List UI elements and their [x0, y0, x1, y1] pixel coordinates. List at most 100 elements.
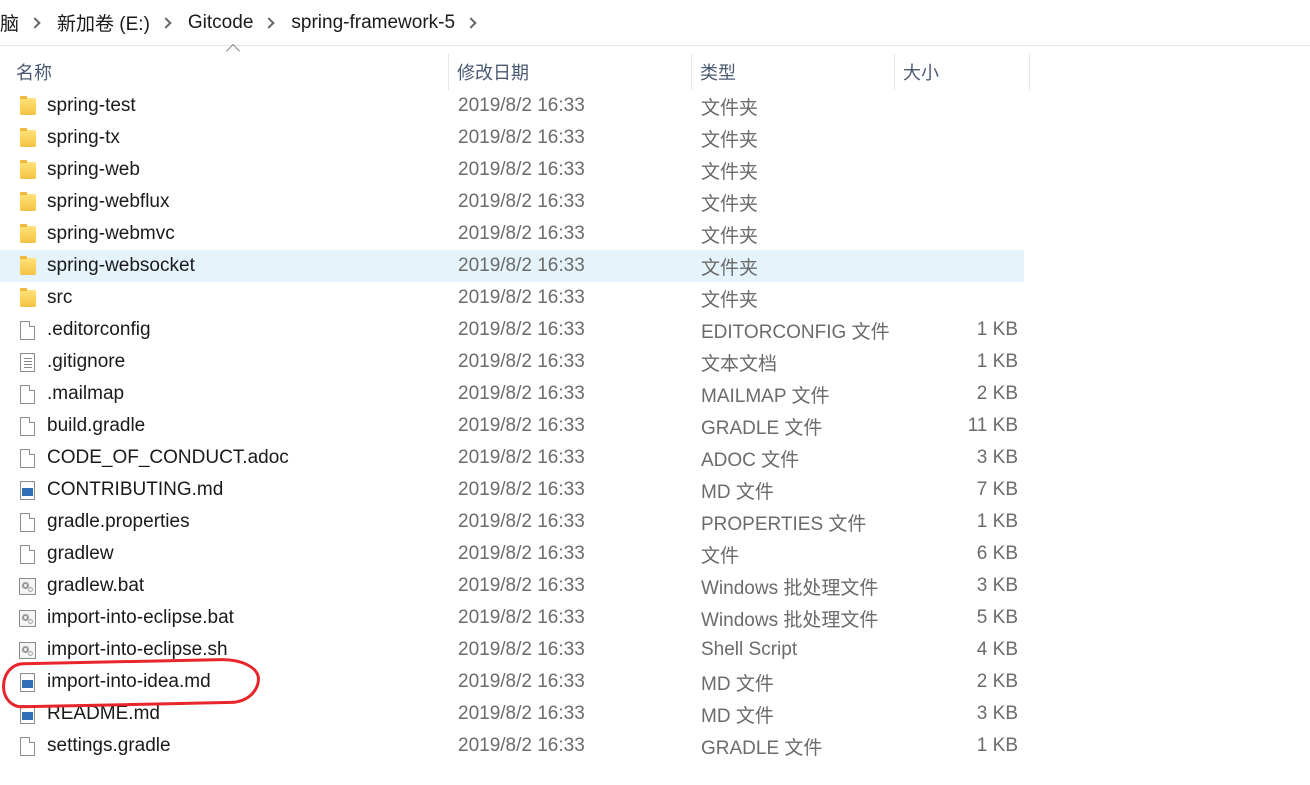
file-name: .editorconfig: [47, 319, 151, 340]
breadcrumb-spring-framework[interactable]: spring-framework-5: [291, 12, 455, 34]
file-size: 1 KB: [976, 351, 1018, 372]
file-row[interactable]: spring-tx 2019/8/2 16:33 文件夹: [0, 122, 1024, 154]
file-row[interactable]: src 2019/8/2 16:33 文件夹: [0, 282, 1024, 314]
folder-icon: [20, 192, 36, 211]
file-name: spring-webmvc: [47, 223, 175, 244]
file-modified-date: 2019/8/2 16:33: [458, 159, 585, 180]
file-size: 3 KB: [976, 575, 1018, 596]
file-size: 1 KB: [976, 735, 1018, 756]
file-row[interactable]: gradlew 2019/8/2 16:33 文件 6 KB: [0, 538, 1024, 570]
file-modified-date: 2019/8/2 16:33: [458, 415, 585, 436]
file-row[interactable]: spring-websocket 2019/8/2 16:33 文件夹: [0, 250, 1024, 282]
file-name: CODE_OF_CONDUCT.adoc: [47, 447, 289, 468]
file-modified-date: 2019/8/2 16:33: [458, 575, 585, 596]
file-type: 文件: [701, 545, 740, 567]
file-row[interactable]: build.gradle 2019/8/2 16:33 GRADLE 文件 11 KB: [0, 410, 1024, 442]
column-header-row: 名称 修改日期 类型 大小: [0, 43, 1030, 90]
file-row[interactable]: CONTRIBUTING.md 2019/8/2 16:33 MD 文件 7 KB: [0, 474, 1024, 506]
file-icon: [20, 513, 35, 532]
file-size: 7 KB: [976, 479, 1018, 500]
batch-file-icon: [19, 578, 36, 595]
file-type: 文件夹: [701, 225, 759, 247]
column-header-name-label: 名称: [16, 63, 52, 83]
file-modified-date: 2019/8/2 16:33: [458, 383, 585, 404]
breadcrumb-computer[interactable]: 脑: [0, 9, 19, 36]
file-modified-date: 2019/8/2 16:33: [458, 255, 585, 276]
file-type: MD 文件: [701, 673, 774, 695]
chevron-right-icon[interactable]: [29, 16, 41, 29]
file-type: 文件夹: [701, 129, 759, 151]
file-row[interactable]: import-into-eclipse.bat 2019/8/2 16:33 Win…: [0, 602, 1024, 634]
file-type: MD 文件: [701, 705, 774, 727]
file-size: [928, 250, 1018, 282]
file-size: 11 KB: [967, 415, 1018, 436]
file-icon: [20, 385, 35, 404]
file-type: ADOC 文件: [701, 449, 800, 471]
file-name: gradlew.bat: [47, 575, 145, 596]
file-name: CONTRIBUTING.md: [47, 479, 224, 500]
file-size: [928, 186, 1018, 218]
file-type: GRADLE 文件: [701, 737, 823, 759]
file-row[interactable]: gradlew.bat 2019/8/2 16:33 Windows 批处理文件 3 …: [0, 570, 1024, 602]
file-type: Windows 批处理文件: [701, 577, 879, 599]
column-header-type[interactable]: 类型: [692, 54, 895, 90]
file-modified-date: 2019/8/2 16:33: [458, 703, 585, 724]
file-row[interactable]: .mailmap 2019/8/2 16:33 MAILMAP 文件 2 KB: [0, 378, 1024, 410]
file-row[interactable]: spring-webmvc 2019/8/2 16:33 文件夹: [0, 218, 1024, 250]
file-type: 文件夹: [701, 257, 759, 279]
file-modified-date: 2019/8/2 16:33: [458, 287, 585, 308]
file-name: .gitignore: [47, 351, 126, 372]
file-modified-date: 2019/8/2 16:33: [458, 95, 585, 116]
file-row[interactable]: settings.gradle 2019/8/2 16:33 GRADLE 文件 1 …: [0, 730, 1024, 762]
breadcrumb-drive-e[interactable]: 新加卷 (E:): [57, 9, 150, 36]
folder-icon: [20, 256, 36, 275]
file-row[interactable]: spring-test 2019/8/2 16:33 文件夹: [0, 90, 1024, 122]
file-modified-date: 2019/8/2 16:33: [458, 447, 585, 468]
file-row[interactable]: spring-webflux 2019/8/2 16:33 文件夹: [0, 186, 1024, 218]
file-size: 4 KB: [976, 639, 1018, 660]
file-icon: [20, 545, 35, 564]
file-name: spring-tx: [47, 127, 120, 148]
column-header-type-label: 类型: [700, 63, 736, 83]
column-header-size[interactable]: 大小: [895, 54, 1030, 90]
file-modified-date: 2019/8/2 16:33: [458, 543, 585, 564]
file-modified-date: 2019/8/2 16:33: [458, 607, 585, 628]
chevron-right-icon[interactable]: [465, 16, 477, 29]
column-header-date[interactable]: 修改日期: [449, 54, 692, 90]
file-size: 2 KB: [976, 383, 1018, 404]
file-type: MAILMAP 文件: [701, 385, 830, 407]
chevron-right-icon[interactable]: [160, 16, 172, 29]
file-type: 文件夹: [701, 97, 759, 119]
file-type: PROPERTIES 文件: [701, 513, 867, 535]
batch-file-icon: [19, 610, 36, 627]
file-size: [928, 154, 1018, 186]
file-row[interactable]: gradle.properties 2019/8/2 16:33 PROPERTIE…: [0, 506, 1024, 538]
breadcrumb-gitcode[interactable]: Gitcode: [188, 12, 253, 34]
file-modified-date: 2019/8/2 16:33: [458, 511, 585, 532]
file-name: spring-websocket: [47, 255, 195, 276]
file-row[interactable]: CODE_OF_CONDUCT.adoc 2019/8/2 16:33 ADOC 文…: [0, 442, 1024, 474]
file-icon: [20, 449, 35, 468]
file-size: 3 KB: [976, 447, 1018, 468]
file-row[interactable]: spring-web 2019/8/2 16:33 文件夹: [0, 154, 1024, 186]
file-name: build.gradle: [47, 415, 146, 436]
file-modified-date: 2019/8/2 16:33: [458, 191, 585, 212]
file-name: spring-webflux: [47, 191, 170, 212]
file-name: spring-test: [47, 95, 136, 116]
file-type: 文件夹: [701, 193, 759, 215]
text-file-icon: [20, 353, 35, 372]
file-size: [928, 218, 1018, 250]
file-row[interactable]: .gitignore 2019/8/2 16:33 文本文档 1 KB: [0, 346, 1024, 378]
address-bar[interactable]: 脑 新加卷 (E:) Gitcode spring-framework-5: [0, 0, 1310, 46]
file-icon: [20, 321, 35, 340]
file-size: 3 KB: [976, 703, 1018, 724]
highlight-annotation: [1, 657, 261, 709]
file-size: 1 KB: [976, 511, 1018, 532]
chevron-right-icon[interactable]: [263, 16, 276, 29]
file-size: [928, 122, 1018, 154]
sort-ascending-icon: [225, 43, 241, 59]
folder-icon: [20, 160, 36, 179]
column-header-name[interactable]: 名称: [8, 43, 449, 90]
file-row[interactable]: .editorconfig 2019/8/2 16:33 EDITORCONFIG …: [0, 314, 1024, 346]
file-modified-date: 2019/8/2 16:33: [458, 639, 585, 660]
